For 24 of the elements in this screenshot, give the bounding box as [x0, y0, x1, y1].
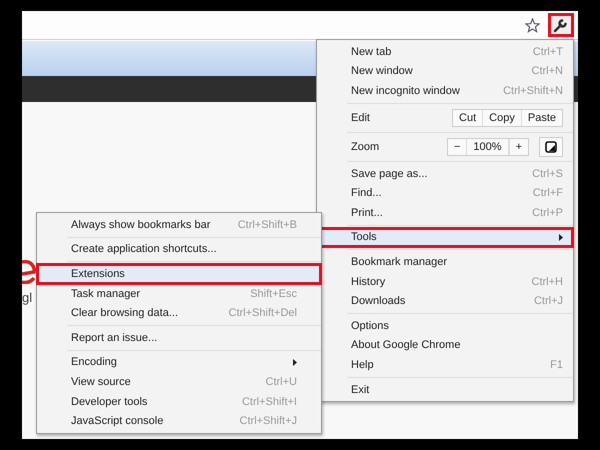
menu-item[interactable]: Clear browsing data... Ctrl+Shift+Del [37, 303, 321, 323]
menu-label: Zoom [351, 140, 380, 153]
fullscreen-button[interactable] [539, 136, 563, 157]
logo-icon [22, 258, 36, 284]
star-icon[interactable] [525, 18, 540, 32]
submenu-arrow-icon [559, 234, 563, 241]
menu-item[interactable]: View source Ctrl+U [37, 372, 321, 392]
wrench-button[interactable] [548, 13, 574, 37]
fullscreen-icon [545, 140, 557, 153]
menu-item[interactable]: New incognito window Ctrl+Shift+N [317, 81, 573, 101]
logo-text: gl [22, 290, 32, 305]
menu-item[interactable]: JavaScript console Ctrl+Shift+J [37, 411, 321, 431]
submenu-arrow-icon [293, 358, 297, 366]
menu-item[interactable]: New window Ctrl+N [317, 62, 573, 82]
menu-item[interactable]: Encoding [37, 352, 321, 372]
menu-item[interactable]: Report an issue... [37, 328, 321, 348]
menu-label: Edit [351, 112, 371, 124]
menu-item[interactable]: Find... Ctrl+F [317, 183, 573, 203]
menu-item[interactable]: New tab Ctrl+T [317, 42, 573, 62]
menu-item[interactable]: Developer tools Ctrl+Shift+I [37, 392, 321, 412]
menu-item[interactable]: Task manager Shift+Esc [37, 284, 321, 304]
wrench-icon [553, 17, 569, 33]
menu-item[interactable]: Extensions [37, 264, 321, 284]
menu-item[interactable]: Save page as... Ctrl+S [317, 164, 573, 184]
